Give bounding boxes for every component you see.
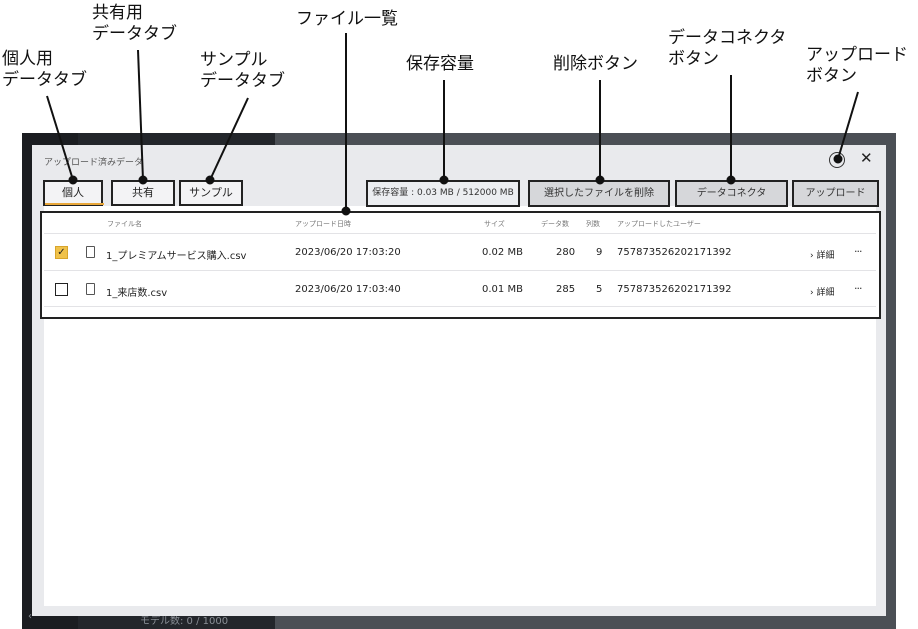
pointer-dot bbox=[68, 175, 78, 185]
pointer-dot bbox=[205, 175, 215, 185]
pointer-dot bbox=[595, 175, 605, 185]
pointer-dot bbox=[726, 175, 736, 185]
annotation-pointers bbox=[46, 33, 859, 216]
pointer-personal-tab bbox=[46, 95, 74, 181]
pointer-upload bbox=[837, 91, 859, 160]
pointer-dot bbox=[341, 206, 351, 216]
pointer-shared-tab bbox=[137, 49, 144, 181]
pointer-sample-tab bbox=[209, 97, 249, 181]
pointer-dot bbox=[138, 175, 148, 185]
pointer-dot bbox=[439, 175, 449, 185]
pointer-dot bbox=[833, 154, 843, 164]
